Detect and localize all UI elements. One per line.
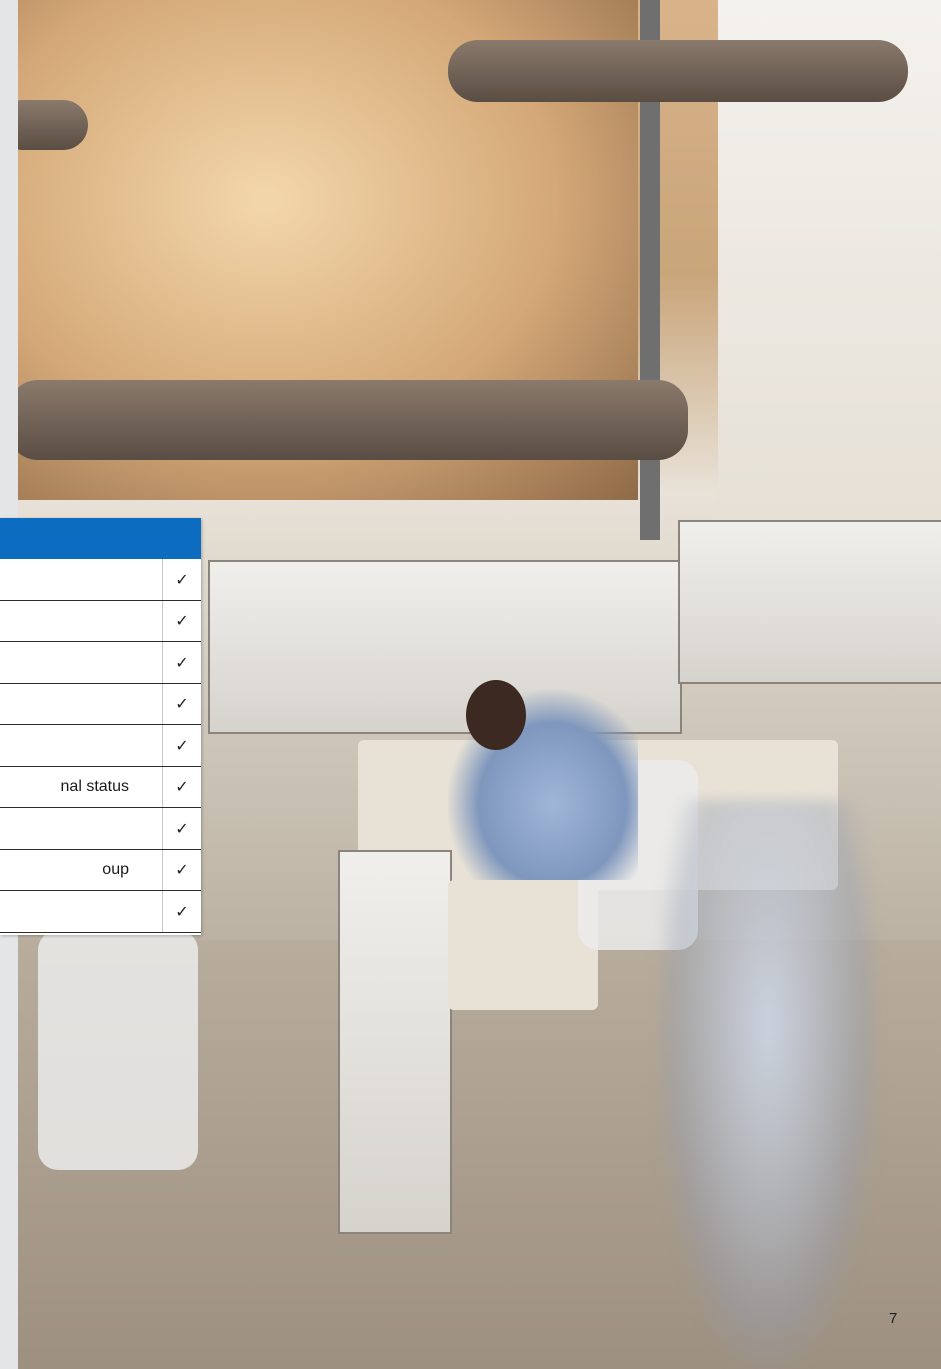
table-row: ✓	[0, 725, 201, 767]
checkmark-icon: ✓	[162, 891, 201, 932]
ceiling-light	[448, 40, 908, 102]
table-header	[0, 518, 201, 559]
row-label: oup	[102, 860, 129, 878]
table-row: ✓	[0, 642, 201, 684]
table-row: ✓	[0, 600, 201, 642]
table-row: ✓	[0, 559, 201, 601]
table-row: ✓	[0, 891, 201, 933]
ceiling-light	[18, 100, 88, 150]
row-label: nal status	[60, 777, 129, 795]
checkmark-icon: ✓	[162, 849, 201, 890]
chair	[38, 930, 198, 1170]
cubicle-wall	[678, 520, 941, 684]
checkmark-icon: ✓	[162, 683, 201, 724]
table-row: ✓	[0, 808, 201, 850]
blurred-person	[658, 800, 878, 1369]
cubicle-wall	[338, 850, 452, 1234]
checklist-table: ✓ ✓ ✓ ✓ ✓ nal status ✓ ✓ oup ✓ ✓	[0, 518, 201, 935]
checkmark-icon: ✓	[162, 808, 201, 849]
checkmark-icon: ✓	[162, 642, 201, 683]
page-number: 7	[889, 1310, 898, 1327]
table-row: nal status ✓	[0, 766, 201, 808]
ceiling-light	[18, 380, 688, 460]
table-row: ✓	[0, 683, 201, 725]
checkmark-icon: ✓	[162, 766, 201, 807]
checkmark-icon: ✓	[162, 600, 201, 641]
table-row: oup ✓	[0, 849, 201, 891]
checkmark-icon: ✓	[162, 725, 201, 766]
person-head	[466, 680, 526, 750]
checkmark-icon: ✓	[162, 559, 201, 600]
desk	[448, 880, 598, 1010]
